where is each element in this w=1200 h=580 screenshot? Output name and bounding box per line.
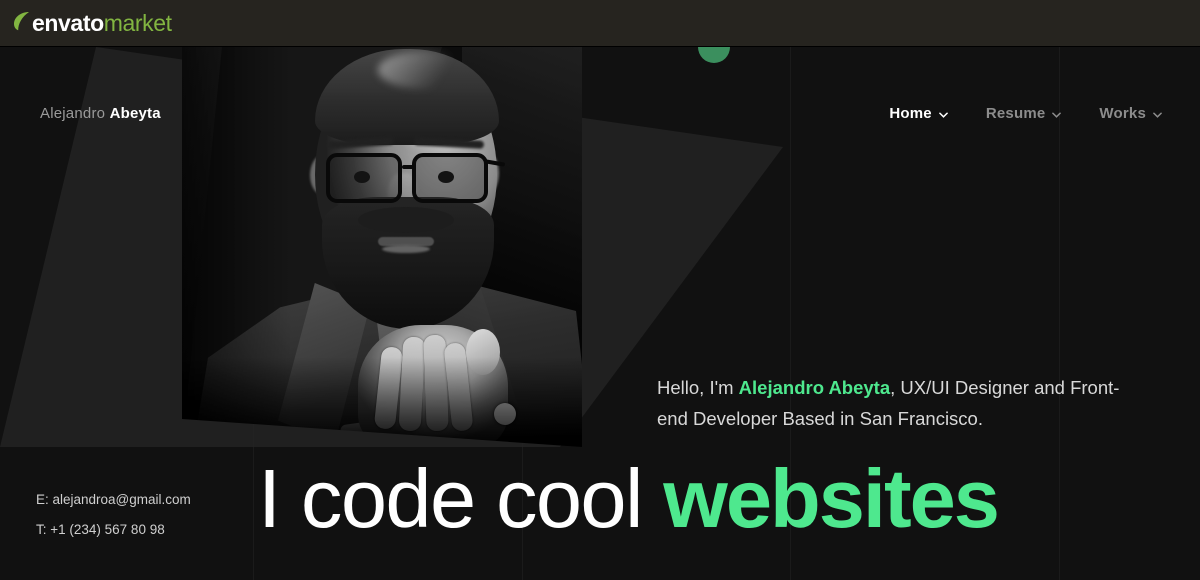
contact-email[interactable]: E: alejandroa@gmail.com [36, 485, 191, 515]
brand-last-name: Abeyta [109, 105, 161, 122]
intro-text-before: Hello, I'm [657, 377, 739, 398]
site-brand-name[interactable]: Alejandro Abeyta [40, 105, 161, 122]
chevron-down-icon [1052, 107, 1062, 118]
nav-item-works[interactable]: Works [1099, 105, 1162, 122]
envato-market-logo[interactable]: envato market [13, 11, 172, 35]
envato-wordmark-secondary: market [103, 9, 172, 36]
nav-item-resume-label: Resume [985, 105, 1046, 122]
brand-first-name: Alejandro [40, 105, 106, 122]
grid-divider-4 [1059, 47, 1060, 580]
headline-plain-text: I code cool [258, 452, 664, 545]
headline-accent-text: websites [663, 452, 1000, 545]
main-navigation: Home Resume Works [889, 105, 1162, 122]
contact-phone[interactable]: T: +1 (234) 567 80 98 [36, 515, 191, 545]
nav-item-works-label: Works [1099, 105, 1146, 122]
nav-item-home-label: Home [889, 105, 932, 122]
envato-wordmark-primary: envato [32, 9, 104, 36]
intro-highlight-name: Alejandro Abeyta [738, 377, 891, 398]
nav-item-resume[interactable]: Resume [986, 105, 1062, 122]
hero-section: Alejandro Abeyta Home Resume Works Hello… [0, 47, 1200, 580]
hero-headline: I code cool websites [258, 457, 1000, 540]
envato-market-bar: envato market [0, 0, 1200, 47]
portrait-photo [182, 47, 582, 447]
intro-paragraph: Hello, I'm Alejandro Abeyta, UX/UI Desig… [657, 372, 1127, 434]
chevron-down-icon [1153, 107, 1162, 118]
contact-info: E: alejandroa@gmail.com T: +1 (234) 567 … [36, 485, 191, 545]
green-circle-accent [698, 47, 730, 63]
envato-leaf-icon [13, 11, 30, 35]
chevron-down-icon [938, 107, 948, 118]
nav-item-home[interactable]: Home [889, 105, 948, 122]
